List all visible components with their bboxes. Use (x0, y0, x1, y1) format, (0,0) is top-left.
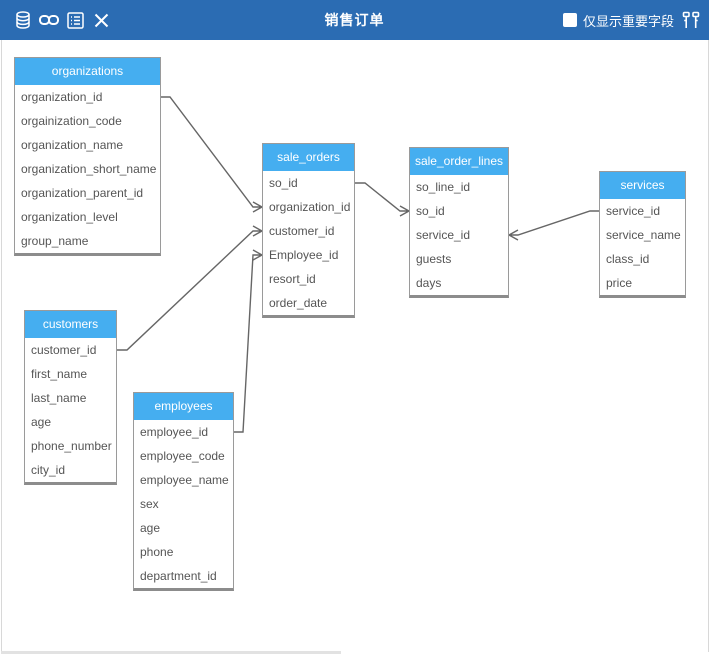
field-customer-id[interactable]: customer_id (25, 338, 116, 362)
field-organization-parent-id[interactable]: organization_parent_id (15, 181, 160, 205)
entity-title[interactable]: sale_order_lines (410, 148, 508, 175)
entity-title[interactable]: organizations (15, 58, 160, 85)
field-service-id[interactable]: service_id (600, 199, 685, 223)
link-icon[interactable] (39, 10, 59, 30)
field-days[interactable]: days (410, 271, 508, 295)
field-age[interactable]: age (25, 410, 116, 434)
field-employee-name[interactable]: employee_name (134, 468, 233, 492)
field-resort-id[interactable]: resort_id (263, 267, 354, 291)
entity-sale-order-lines[interactable]: sale_order_lines so_line_id so_id servic… (409, 147, 509, 298)
entity-customers[interactable]: customers customer_id first_name last_na… (24, 310, 117, 485)
field-service-id[interactable]: service_id (410, 223, 508, 247)
field-price[interactable]: price (600, 271, 685, 295)
entity-services[interactable]: services service_id service_name class_i… (599, 171, 686, 298)
important-fields-checkbox[interactable] (563, 13, 577, 27)
close-icon[interactable] (91, 10, 111, 30)
field-organization-id[interactable]: organization_id (15, 85, 160, 109)
entity-organizations[interactable]: organizations organization_id orgainizat… (14, 57, 161, 256)
entity-employees[interactable]: employees employee_id employee_code empl… (133, 392, 234, 591)
entity-title[interactable]: employees (134, 393, 233, 420)
field-service-name[interactable]: service_name (600, 223, 685, 247)
top-toolbar: 销售订单 仅显示重要字段 (0, 0, 709, 40)
entity-title[interactable]: sale_orders (263, 144, 354, 171)
important-fields-toggle[interactable]: 仅显示重要字段 (563, 11, 674, 29)
field-age[interactable]: age (134, 516, 233, 540)
field-class-id[interactable]: class_id (600, 247, 685, 271)
page-title: 销售订单 (324, 12, 385, 28)
field-department-id[interactable]: department_id (134, 564, 233, 588)
entity-title[interactable]: customers (25, 311, 116, 338)
field-employee-code[interactable]: employee_code (134, 444, 233, 468)
field-organization-name[interactable]: organization_name (15, 133, 160, 157)
field-group-name[interactable]: group_name (15, 229, 160, 253)
layout-icon[interactable] (681, 10, 701, 30)
field-phone-number[interactable]: phone_number (25, 434, 116, 458)
field-so-line-id[interactable]: so_line_id (410, 175, 508, 199)
entity-sale-orders[interactable]: sale_orders so_id organization_id custom… (262, 143, 355, 318)
field-organization-level[interactable]: organization_level (15, 205, 160, 229)
field-guests[interactable]: guests (410, 247, 508, 271)
field-city-id[interactable]: city_id (25, 458, 116, 482)
entity-title[interactable]: services (600, 172, 685, 199)
database-icon[interactable] (13, 10, 33, 30)
field-orgainization-code[interactable]: orgainization_code (15, 109, 160, 133)
field-so-id[interactable]: so_id (410, 199, 508, 223)
field-employee-id[interactable]: Employee_id (263, 243, 354, 267)
field-organization-short-name[interactable]: organization_short_name (15, 157, 160, 181)
field-last-name[interactable]: last_name (25, 386, 116, 410)
field-so-id[interactable]: so_id (263, 171, 354, 195)
field-employee-id[interactable]: employee_id (134, 420, 233, 444)
important-fields-label: 仅显示重要字段 (583, 13, 675, 29)
field-phone[interactable]: phone (134, 540, 233, 564)
field-sex[interactable]: sex (134, 492, 233, 516)
list-icon[interactable] (65, 10, 85, 30)
field-order-date[interactable]: order_date (263, 291, 354, 315)
field-customer-id[interactable]: customer_id (263, 219, 354, 243)
field-organization-id[interactable]: organization_id (263, 195, 354, 219)
field-first-name[interactable]: first_name (25, 362, 116, 386)
